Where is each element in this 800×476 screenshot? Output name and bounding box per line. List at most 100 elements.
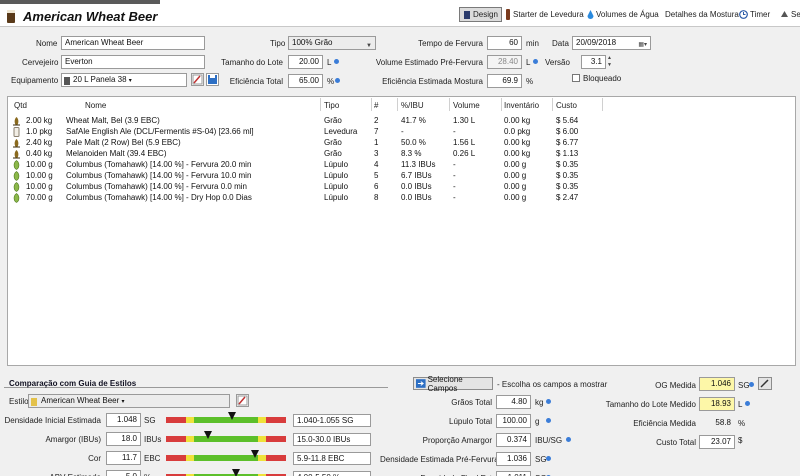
date-picker[interactable]: 20/09/2018 ▦▾	[572, 36, 651, 50]
version-input[interactable]: 3.1	[581, 55, 606, 69]
style-edit-button[interactable]	[236, 394, 249, 407]
mash-efficiency-input: 69.9	[487, 74, 522, 88]
ingredient-type: Lúpulo	[324, 160, 349, 169]
ingredient-pct-ibu: 8.3 %	[401, 149, 422, 158]
table-row[interactable]: 10.00 g Columbus (Tomahawk) [14.00 %] - F…	[8, 159, 795, 170]
gauge-segment	[186, 417, 194, 423]
style-value: American Wheat Beer	[41, 396, 120, 405]
table-row[interactable]: 10.00 g Columbus (Tomahawk) [14.00 %] - F…	[8, 181, 795, 192]
toolbar-label: Se	[791, 10, 800, 19]
total-efficiency-unit: %	[327, 77, 335, 86]
ingredient-pct-ibu: -	[401, 127, 404, 136]
info-dot-icon	[334, 59, 339, 64]
beer-glass-icon	[31, 398, 37, 406]
locked-checkbox[interactable]	[572, 74, 580, 82]
column-header-cost[interactable]: Custo	[556, 101, 577, 110]
equipment-edit-button[interactable]	[191, 73, 204, 86]
equipment-dropdown[interactable]: 20 L Panela 38 ▾	[61, 73, 187, 87]
calc-row-label: Densidade Estimada Pré-Fervura	[380, 455, 499, 464]
style-dropdown[interactable]: American Wheat Beer ▾	[28, 394, 230, 408]
calc-row-label: Lúpulo Total	[449, 417, 492, 426]
ingredient-number: 8	[374, 193, 379, 202]
ingredient-qty: 10.00 g	[26, 160, 53, 169]
grain-icon	[13, 150, 20, 159]
table-row[interactable]: 1.0 pkg SafAle English Ale (DCL/Fermentis…	[8, 126, 795, 137]
style-label: Estilo	[9, 397, 29, 406]
info-dot-icon	[546, 418, 551, 423]
ingredient-qty: 70.00 g	[26, 193, 53, 202]
gauge-segment	[166, 436, 187, 442]
scale-icon	[781, 11, 788, 17]
pipette-icon	[760, 379, 769, 388]
ingredient-volume: -	[453, 182, 456, 191]
toolbar-water-volumes-button[interactable]: Volumes de Água	[587, 7, 659, 22]
column-header-volume[interactable]: Volume	[453, 101, 480, 110]
brewer-label: Cervejeiro	[22, 58, 59, 67]
column-header-type[interactable]: Tipo	[324, 101, 339, 110]
table-row[interactable]: 10.00 g Columbus (Tomahawk) [14.00 %] - F…	[8, 170, 795, 181]
ingredient-pct-ibu: 41.7 %	[401, 116, 426, 125]
toolbar-yeast-starter-button[interactable]: Starter de Levedura	[505, 7, 584, 22]
type-dropdown[interactable]: 100% Grão ▼	[288, 36, 376, 50]
style-row-unit: SG	[144, 416, 156, 425]
calc-row-label: Proporção Amargor	[422, 436, 492, 445]
toolbar-label: Starter de Levedura	[513, 10, 584, 19]
column-header-name[interactable]: Nome	[85, 101, 106, 110]
toolbar-design-button[interactable]: Design	[459, 7, 502, 22]
brewer-input[interactable]: Everton	[61, 55, 205, 69]
info-dot-icon	[566, 437, 571, 442]
select-fields-button[interactable]: Selecione Campos	[413, 374, 493, 393]
ingredient-name: Columbus (Tomahawk) [14.00 %] - Fervura …	[66, 160, 252, 169]
style-row-value: 5.0	[106, 470, 141, 476]
og-measured-input[interactable]: 1.046	[699, 377, 735, 391]
version-spinner[interactable]: ▲ ▼	[607, 55, 612, 69]
gauge-segment	[258, 455, 266, 461]
select-fields-label: Selecione Campos	[427, 374, 463, 393]
calc-row-value: 4.80	[496, 395, 531, 409]
ingredient-pct-ibu: 0.0 IBUs	[401, 182, 432, 191]
ingredient-inventory: 0.0 pkg	[504, 127, 531, 136]
boil-time-input[interactable]: 60	[487, 36, 522, 50]
og-measured-unit: SG	[738, 381, 750, 390]
table-row[interactable]: 2.40 kg Pale Malt (2 Row) Bel (5.9 EBC) Gr…	[8, 137, 795, 148]
column-header-pct-ibu[interactable]: %/IBU	[401, 101, 424, 110]
total-efficiency-input[interactable]: 65.00	[288, 74, 323, 88]
info-dot-icon	[745, 401, 750, 406]
grain-icon	[13, 117, 20, 126]
table-row[interactable]: 0.40 kg Melanoiden Malt (39.4 EBC) Grão 3 8.…	[8, 148, 795, 159]
column-header-inventory[interactable]: Inventário	[504, 101, 539, 110]
column-separator	[320, 98, 321, 111]
gauge-segment	[186, 436, 194, 442]
chevron-down-icon: ▾	[128, 78, 132, 84]
toolbar-mash-details-button[interactable]: Detalhes da Mostura	[665, 7, 739, 22]
ingredients-table[interactable]: Qtd Nome Tipo # %/IBU Volume Inventário …	[7, 96, 796, 366]
equipment-value: 20 L Panela 38	[73, 75, 127, 84]
ingredient-type: Levedura	[324, 127, 358, 136]
calc-row-value: 1.036	[496, 452, 531, 466]
select-fields-hint: - Escolha os campos a mostrar	[497, 380, 608, 389]
style-gauge-bar	[166, 436, 286, 442]
measured-batch-input[interactable]: 18.93	[699, 397, 735, 411]
style-gauge-bar	[166, 417, 286, 423]
name-input[interactable]: American Wheat Beer	[61, 36, 205, 50]
toolbar-timer-button[interactable]: Timer	[739, 7, 770, 22]
style-row-value: 18.0	[106, 432, 141, 446]
ingredient-cost: $ 0.35	[556, 171, 579, 180]
toolbar-scale-button[interactable]: Se	[780, 7, 800, 22]
edit-icon	[237, 395, 248, 406]
column-header-qty[interactable]: Qtd	[14, 101, 27, 110]
style-gauge-marker	[231, 469, 240, 476]
ingredient-pct-ibu: 11.3 IBUs	[401, 160, 436, 169]
style-comparison-title: Comparação com Guia de Estilos	[9, 379, 137, 388]
ingredient-cost: $ 2.47	[556, 193, 579, 202]
batch-size-input[interactable]: 20.00	[288, 55, 323, 69]
style-gauge-marker	[250, 450, 259, 458]
ingredient-volume: 1.30 L	[453, 116, 476, 125]
table-row[interactable]: 70.00 g Columbus (Tomahawk) [14.00 %] - D…	[8, 192, 795, 203]
table-row[interactable]: 2.00 kg Wheat Malt, Bel (3.9 EBC) Grão 2 41.…	[8, 115, 795, 126]
gauge-segment	[193, 417, 259, 423]
style-row-label: Densidade Inicial Estimada	[4, 416, 102, 425]
gauge-segment	[166, 455, 187, 461]
column-header-number[interactable]: #	[374, 101, 378, 110]
hydrometer-tool-button[interactable]	[758, 377, 772, 390]
